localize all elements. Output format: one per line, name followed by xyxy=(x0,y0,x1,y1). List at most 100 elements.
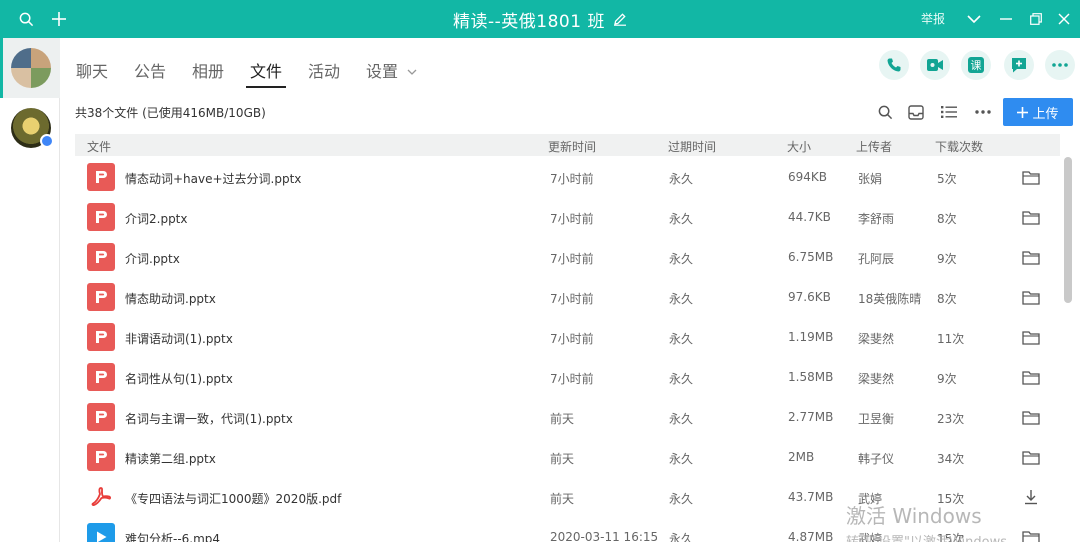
ppt-file-icon xyxy=(87,443,115,471)
file-row[interactable]: 情态助动词.pptx 7小时前 永久 97.6KB 18英俄陈晴 8次 xyxy=(75,277,1060,317)
folder-icon[interactable] xyxy=(1021,408,1041,426)
file-expiry: 永久 xyxy=(669,532,694,542)
video-file-icon xyxy=(87,523,115,542)
file-row[interactable]: 《专四语法与词汇1000题》2020版.pdf 前天 永久 43.7MB 武婷 15次 xyxy=(75,477,1060,517)
more-button[interactable] xyxy=(1045,50,1075,80)
file-row[interactable]: 难句分析--6.mp4 2020-03-11 16:15 永久 4.87MB 武婷 15次 xyxy=(75,517,1060,542)
file-row[interactable]: 介词.pptx 7小时前 永久 6.75MB 孔阿辰 9次 xyxy=(75,237,1060,277)
folder-icon[interactable] xyxy=(1021,328,1041,346)
add-icon[interactable] xyxy=(48,0,70,38)
file-downloads: 8次 xyxy=(937,292,957,306)
file-name[interactable]: 非谓语动词(1).pptx xyxy=(125,330,233,347)
file-uploader[interactable]: 韩子仪 xyxy=(858,450,894,467)
group-avatar[interactable] xyxy=(11,48,51,88)
file-row[interactable]: 情态动词+have+过去分词.pptx 7小时前 永久 694KB 张娟 5次 xyxy=(75,157,1060,197)
file-name[interactable]: 介词2.pptx xyxy=(125,210,188,227)
file-uploader[interactable]: 梁斐然 xyxy=(858,330,894,347)
tab-active-indicator xyxy=(246,86,286,88)
file-uploader[interactable]: 孔阿辰 xyxy=(858,250,894,267)
file-downloads: 11次 xyxy=(937,332,965,346)
close-icon[interactable] xyxy=(1054,0,1074,38)
file-uploader[interactable]: 梁斐然 xyxy=(858,370,894,387)
add-message-button[interactable] xyxy=(1004,50,1034,80)
file-size: 43.7MB xyxy=(788,490,834,504)
upload-button[interactable]: 上传 xyxy=(1003,98,1073,126)
file-downloads: 9次 xyxy=(937,252,957,266)
restore-icon[interactable] xyxy=(1026,0,1046,38)
file-size: 2MB xyxy=(788,450,815,464)
file-name[interactable]: 名词性从句(1).pptx xyxy=(125,370,233,387)
class-icon: 课 xyxy=(968,57,984,73)
file-name[interactable]: 情态助动词.pptx xyxy=(125,290,216,307)
file-expiry: 永久 xyxy=(669,332,694,346)
column-header-expiry[interactable]: 过期时间 xyxy=(668,138,716,155)
file-expiry: 永久 xyxy=(669,452,694,466)
column-header-uploader[interactable]: 上传者 xyxy=(856,138,892,155)
tab-activity[interactable]: 活动 xyxy=(308,58,340,82)
class-button[interactable]: 课 xyxy=(961,50,991,80)
search-icon[interactable] xyxy=(14,0,38,38)
chevron-down-icon[interactable] xyxy=(964,0,984,38)
download-icon[interactable] xyxy=(1021,488,1041,506)
file-uploader[interactable]: 武婷 xyxy=(858,490,882,507)
phone-icon xyxy=(887,58,901,72)
file-name[interactable]: 情态动词+have+过去分词.pptx xyxy=(125,170,301,187)
file-name[interactable]: 名词与主谓一致，代词(1).pptx xyxy=(125,410,293,427)
file-name[interactable]: 《专四语法与词汇1000题》2020版.pdf xyxy=(125,490,341,507)
minimize-icon[interactable] xyxy=(996,0,1016,38)
folder-icon[interactable] xyxy=(1021,208,1041,226)
file-uploader[interactable]: 张娟 xyxy=(858,170,882,187)
file-row[interactable]: 名词性从句(1).pptx 7小时前 永久 1.58MB 梁斐然 9次 xyxy=(75,357,1060,397)
folder-icon[interactable] xyxy=(1021,528,1041,542)
voice-call-button[interactable] xyxy=(879,50,909,80)
column-header-downloads[interactable]: 下载次数 xyxy=(935,138,983,155)
file-downloads: 15次 xyxy=(937,492,965,506)
search-icon[interactable] xyxy=(876,103,894,121)
window-title: 精读--英俄1801 班 xyxy=(453,11,605,32)
file-name[interactable]: 介词.pptx xyxy=(125,250,180,267)
tab-album[interactable]: 相册 xyxy=(192,58,224,82)
folder-icon[interactable] xyxy=(1021,248,1041,266)
folder-icon[interactable] xyxy=(1021,288,1041,306)
file-uploader[interactable]: 李舒雨 xyxy=(858,210,894,227)
column-header-file[interactable]: 文件 xyxy=(87,138,111,155)
file-size: 694KB xyxy=(788,170,828,184)
file-list: 情态动词+have+过去分词.pptx 7小时前 永久 694KB 张娟 5次 介词2.pp… xyxy=(75,157,1060,542)
column-header-size[interactable]: 大小 xyxy=(787,138,811,155)
list-view-icon[interactable] xyxy=(940,103,958,121)
tab-files[interactable]: 文件 xyxy=(250,58,282,82)
file-name[interactable]: 难句分析--6.mp4 xyxy=(125,530,220,542)
file-expiry: 永久 xyxy=(669,212,694,226)
video-call-button[interactable] xyxy=(920,50,950,80)
file-size: 97.6KB xyxy=(788,290,831,304)
file-name[interactable]: 精读第二组.pptx xyxy=(125,450,216,467)
edit-icon[interactable] xyxy=(613,12,627,26)
file-row[interactable]: 介词2.pptx 7小时前 永久 44.7KB 李舒雨 8次 xyxy=(75,197,1060,237)
file-expiry: 永久 xyxy=(669,372,694,386)
folder-icon[interactable] xyxy=(1021,168,1041,186)
folder-icon[interactable] xyxy=(1021,448,1041,466)
tab-announcement[interactable]: 公告 xyxy=(134,58,166,82)
scrollbar[interactable] xyxy=(1064,157,1072,303)
svg-text:课: 课 xyxy=(971,59,982,72)
file-downloads: 5次 xyxy=(937,172,957,186)
file-row[interactable]: 名词与主谓一致，代词(1).pptx 前天 永久 2.77MB 卫昱衡 23次 xyxy=(75,397,1060,437)
file-table-header: 文件 更新时间 过期时间 大小 上传者 下载次数 xyxy=(75,134,1060,156)
report-button[interactable]: 举报 xyxy=(921,0,945,38)
badge-icon xyxy=(40,134,54,148)
inbox-icon[interactable] xyxy=(907,103,925,121)
folder-icon[interactable] xyxy=(1021,368,1041,386)
file-updated: 7小时前 xyxy=(550,292,594,306)
file-row[interactable]: 非谓语动词(1).pptx 7小时前 永久 1.19MB 梁斐然 11次 xyxy=(75,317,1060,357)
file-uploader[interactable]: 武婷 xyxy=(858,530,882,542)
file-updated: 7小时前 xyxy=(550,372,594,386)
tab-settings[interactable]: 设置 xyxy=(366,58,417,82)
column-header-updated[interactable]: 更新时间 xyxy=(548,138,596,155)
more-icon[interactable] xyxy=(974,103,992,121)
file-uploader[interactable]: 18英俄陈晴 xyxy=(858,290,921,307)
ppt-file-icon xyxy=(87,403,115,431)
tab-chat[interactable]: 聊天 xyxy=(76,58,108,82)
file-expiry: 永久 xyxy=(669,252,694,266)
file-row[interactable]: 精读第二组.pptx 前天 永久 2MB 韩子仪 34次 xyxy=(75,437,1060,477)
file-uploader[interactable]: 卫昱衡 xyxy=(858,410,894,427)
